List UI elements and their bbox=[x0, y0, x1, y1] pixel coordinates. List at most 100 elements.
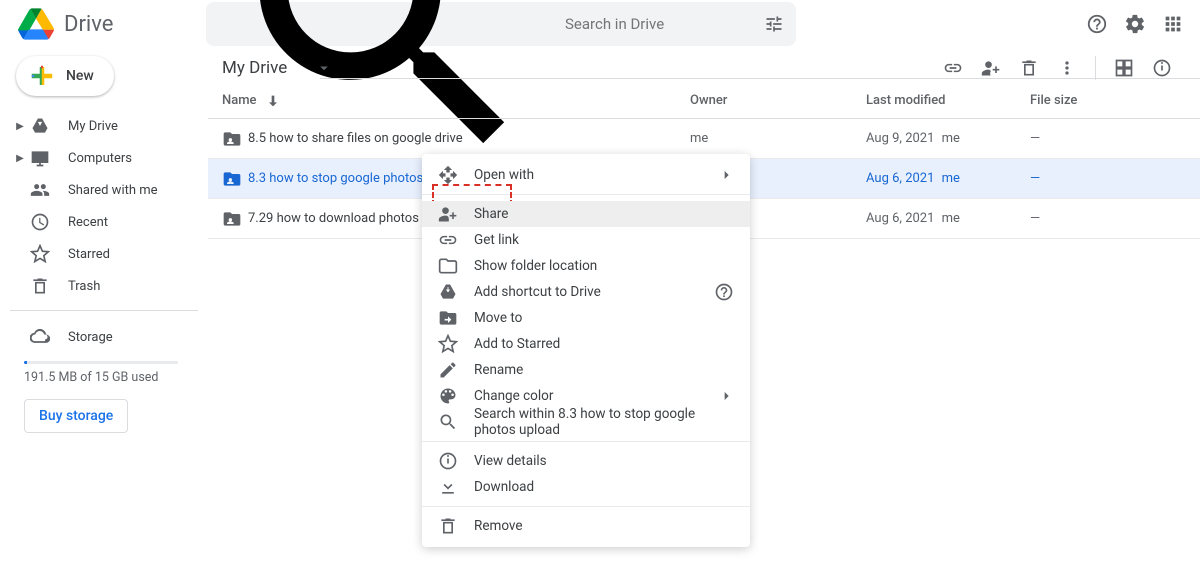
ctx-label: Search within 8.3 how to stop google pho… bbox=[474, 406, 734, 438]
col-owner[interactable]: Owner bbox=[690, 93, 866, 108]
sidebar-item-trash[interactable]: Trash bbox=[10, 270, 198, 302]
sidebar-label: Shared with me bbox=[68, 183, 158, 198]
folder-shared-icon bbox=[222, 209, 248, 229]
expand-icon[interactable]: ▶ bbox=[14, 153, 26, 164]
ctx-download[interactable]: Download bbox=[422, 474, 750, 500]
star-icon bbox=[30, 244, 50, 264]
trash-icon bbox=[438, 516, 458, 536]
context-menu: Open with Share Get link Show folder loc… bbox=[422, 154, 750, 547]
help-icon[interactable] bbox=[1086, 13, 1108, 35]
open-with-icon bbox=[438, 165, 458, 185]
sidebar-item-starred[interactable]: Starred bbox=[10, 238, 198, 270]
folder-shared-icon bbox=[222, 129, 248, 149]
dropdown-icon bbox=[315, 59, 333, 77]
grid-view-icon[interactable] bbox=[1114, 58, 1134, 78]
logo[interactable]: Drive bbox=[18, 6, 206, 42]
chevron-right-icon bbox=[718, 388, 734, 404]
more-icon[interactable] bbox=[1057, 58, 1077, 78]
ctx-add-shortcut[interactable]: Add shortcut to Drive bbox=[422, 279, 750, 305]
search-bar[interactable] bbox=[206, 2, 796, 46]
storage-bar bbox=[24, 361, 178, 364]
sidebar-label: Storage bbox=[68, 330, 113, 345]
search-icon bbox=[438, 412, 458, 432]
ctx-view-details[interactable]: View details bbox=[422, 448, 750, 474]
gear-icon[interactable] bbox=[1124, 13, 1146, 35]
computer-icon bbox=[30, 148, 50, 168]
clock-icon bbox=[30, 212, 50, 232]
ctx-label: View details bbox=[474, 453, 547, 469]
ctx-share[interactable]: Share bbox=[422, 201, 750, 227]
col-name[interactable]: Name bbox=[222, 93, 690, 109]
ctx-label: Add to Starred bbox=[474, 336, 560, 352]
sidebar-label: Starred bbox=[68, 247, 110, 262]
ctx-search-within[interactable]: Search within 8.3 how to stop google pho… bbox=[422, 409, 750, 435]
sidebar-label: Recent bbox=[68, 215, 108, 230]
move-icon bbox=[438, 308, 458, 328]
sidebar-label: Trash bbox=[68, 279, 100, 294]
link-icon[interactable] bbox=[943, 58, 963, 78]
row-name: 8.5 how to share files on google drive bbox=[248, 131, 690, 146]
row-modified: Aug 6, 2021 me bbox=[866, 171, 1030, 186]
folder-shared-icon bbox=[222, 169, 248, 189]
chevron-right-icon bbox=[718, 167, 734, 183]
ctx-label: Change color bbox=[474, 388, 553, 404]
container: New ▶ My Drive ▶ Computers Shared with m… bbox=[0, 48, 1200, 580]
sidebar-item-shared[interactable]: Shared with me bbox=[10, 174, 198, 206]
link-icon bbox=[438, 230, 458, 250]
search-input[interactable] bbox=[565, 15, 764, 33]
sidebar-item-recent[interactable]: Recent bbox=[10, 206, 198, 238]
search-options-icon[interactable] bbox=[764, 14, 784, 34]
ctx-label: Show folder location bbox=[474, 258, 597, 274]
help-icon[interactable] bbox=[714, 282, 734, 302]
row-modified: Aug 9, 2021 me bbox=[866, 131, 1030, 146]
row-size: — bbox=[1030, 211, 1150, 226]
table-row[interactable]: 8.5 how to share files on google driveme… bbox=[208, 119, 1200, 159]
ctx-add-star[interactable]: Add to Starred bbox=[422, 331, 750, 357]
person-add-icon bbox=[438, 204, 458, 224]
col-modified[interactable]: Last modified bbox=[866, 93, 1030, 108]
sort-arrow-icon bbox=[265, 93, 281, 109]
ctx-remove[interactable]: Remove bbox=[422, 513, 750, 539]
ctx-get-link[interactable]: Get link bbox=[422, 227, 750, 253]
row-size: — bbox=[1030, 171, 1150, 186]
info-icon bbox=[438, 451, 458, 471]
share-icon[interactable] bbox=[981, 58, 1001, 78]
new-button-label: New bbox=[66, 68, 94, 84]
breadcrumb[interactable]: My Drive bbox=[212, 54, 343, 82]
ctx-label: Rename bbox=[474, 362, 523, 378]
row-modified: Aug 6, 2021 me bbox=[866, 211, 1030, 226]
cloud-icon bbox=[30, 327, 50, 347]
header: Drive bbox=[0, 0, 1200, 48]
ctx-open-with[interactable]: Open with bbox=[422, 162, 750, 188]
delete-icon[interactable] bbox=[1019, 58, 1039, 78]
ctx-show-location[interactable]: Show folder location bbox=[422, 253, 750, 279]
buy-storage-button[interactable]: Buy storage bbox=[24, 399, 128, 433]
ctx-label: Download bbox=[474, 479, 534, 495]
col-size[interactable]: File size bbox=[1030, 93, 1150, 108]
breadcrumb-label: My Drive bbox=[222, 58, 287, 78]
ctx-rename[interactable]: Rename bbox=[422, 357, 750, 383]
ctx-label: Share bbox=[474, 206, 508, 222]
header-icons bbox=[1086, 13, 1188, 35]
sidebar-divider bbox=[10, 310, 198, 311]
palette-icon bbox=[438, 386, 458, 406]
sidebar-item-my-drive[interactable]: ▶ My Drive bbox=[10, 110, 198, 142]
apps-icon[interactable] bbox=[1162, 13, 1184, 35]
sidebar-item-computers[interactable]: ▶ Computers bbox=[10, 142, 198, 174]
expand-icon[interactable]: ▶ bbox=[14, 121, 26, 132]
sidebar: New ▶ My Drive ▶ Computers Shared with m… bbox=[0, 48, 208, 580]
ctx-move-to[interactable]: Move to bbox=[422, 305, 750, 331]
col-name-label: Name bbox=[222, 93, 257, 108]
ctx-label: Open with bbox=[474, 167, 534, 183]
sidebar-item-storage[interactable]: Storage bbox=[10, 321, 198, 353]
pencil-icon bbox=[438, 360, 458, 380]
toolbar-separator bbox=[1095, 56, 1096, 80]
shared-icon bbox=[30, 180, 50, 200]
info-icon[interactable] bbox=[1152, 58, 1172, 78]
sidebar-label: My Drive bbox=[68, 119, 118, 134]
table-header: Name Owner Last modified File size bbox=[208, 83, 1200, 119]
row-size: — bbox=[1030, 131, 1150, 146]
new-button[interactable]: New bbox=[16, 56, 114, 96]
app-title: Drive bbox=[64, 12, 113, 37]
drive-icon bbox=[30, 116, 50, 136]
